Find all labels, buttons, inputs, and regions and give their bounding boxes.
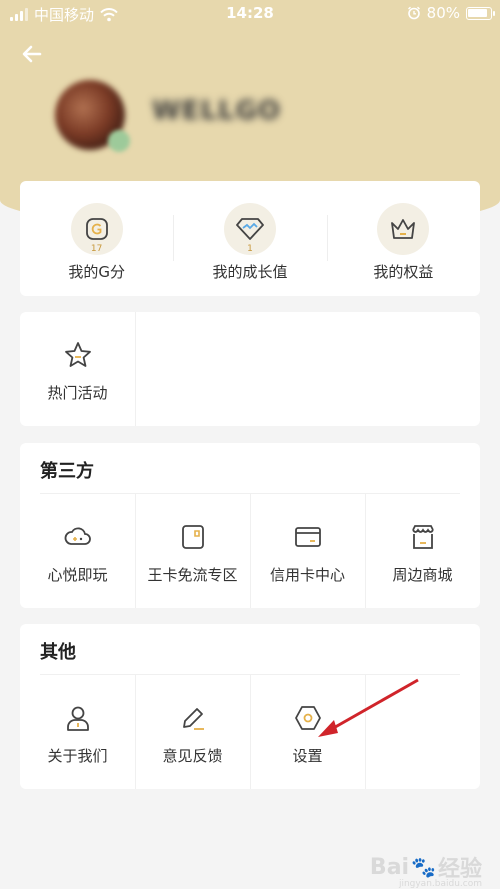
- credit-card-icon: [294, 527, 321, 547]
- my-growth-value[interactable]: 1 我的成长值: [173, 181, 326, 296]
- wang-card-zone[interactable]: 王卡免流专区: [135, 494, 250, 608]
- wang-card-label: 王卡免流专区: [147, 566, 238, 584]
- paw-icon: 🐾: [411, 855, 436, 879]
- my-g-points[interactable]: 17 我的G分: [20, 181, 173, 296]
- hot-activities-card: 热门活动: [20, 312, 480, 426]
- divider: [250, 494, 251, 608]
- cloud-gamepad-icon: [64, 527, 91, 545]
- divider: [135, 312, 136, 426]
- other-title: 其他: [40, 642, 76, 663]
- merch-store[interactable]: 周边商城: [365, 494, 480, 608]
- feedback-label: 意见反馈: [162, 747, 223, 765]
- xinyue-play[interactable]: 心悦即玩: [20, 494, 135, 608]
- g-points-value: 17: [90, 244, 103, 254]
- settings-label: 设置: [292, 747, 323, 765]
- hot-activities-label: 热门活动: [47, 384, 108, 402]
- battery-icon: [466, 6, 495, 20]
- crown-icon: [377, 203, 430, 255]
- g-points-label: 我的G分: [68, 263, 125, 281]
- baidu-watermark: Bai 🐾 经验 jingyan.baidu.com: [369, 851, 482, 889]
- divider: [365, 494, 366, 608]
- feedback[interactable]: 意见反馈: [135, 675, 250, 789]
- settings[interactable]: 设置: [250, 675, 365, 789]
- xinyue-play-label: 心悦即玩: [47, 566, 108, 584]
- status-bar: 中国移动 14:28 80%: [0, 0, 500, 28]
- stats-card: 17 我的G分 1 我的成长值 我的权益: [20, 181, 480, 296]
- divider: [135, 675, 136, 789]
- merch-store-label: 周边商城: [392, 566, 453, 584]
- credit-card-label: 信用卡中心: [269, 566, 345, 584]
- watermark-url: jingyan.baidu.com: [398, 879, 482, 889]
- pencil-icon: [182, 708, 204, 730]
- battery-percent: 80%: [426, 4, 460, 22]
- watermark-brand: Bai: [369, 854, 410, 880]
- alarm-icon: [407, 6, 420, 20]
- sim-card-icon: [181, 525, 204, 549]
- divider: [365, 675, 366, 789]
- divider: [250, 675, 251, 789]
- third-party-title: 第三方: [40, 461, 94, 482]
- g-coin-icon: 17: [70, 203, 123, 255]
- username: WELLGO: [152, 96, 282, 126]
- about-us-label: 关于我们: [47, 747, 108, 765]
- third-party-card: 第三方 心悦即玩 王卡免流专区 信用卡中心 周边商城: [20, 443, 480, 608]
- benefits-label: 我的权益: [373, 263, 434, 281]
- gear-hexagon-icon: [294, 706, 321, 730]
- growth-value: 1: [247, 244, 253, 254]
- growth-label: 我的成长值: [212, 263, 288, 281]
- star-icon: [64, 342, 91, 367]
- divider: [135, 494, 136, 608]
- credit-card-center[interactable]: 信用卡中心: [250, 494, 365, 608]
- hot-activities[interactable]: 热门活动: [20, 312, 135, 426]
- shop-icon: [411, 525, 434, 549]
- back-arrow-icon[interactable]: [18, 40, 46, 68]
- user-icon: [66, 706, 89, 731]
- about-us[interactable]: 关于我们: [20, 675, 135, 789]
- my-benefits[interactable]: 我的权益: [326, 181, 480, 296]
- avatar-badge: [108, 130, 130, 152]
- other-card: 其他 关于我们 意见反馈 设置: [20, 624, 480, 789]
- diamond-icon: 1: [223, 203, 276, 255]
